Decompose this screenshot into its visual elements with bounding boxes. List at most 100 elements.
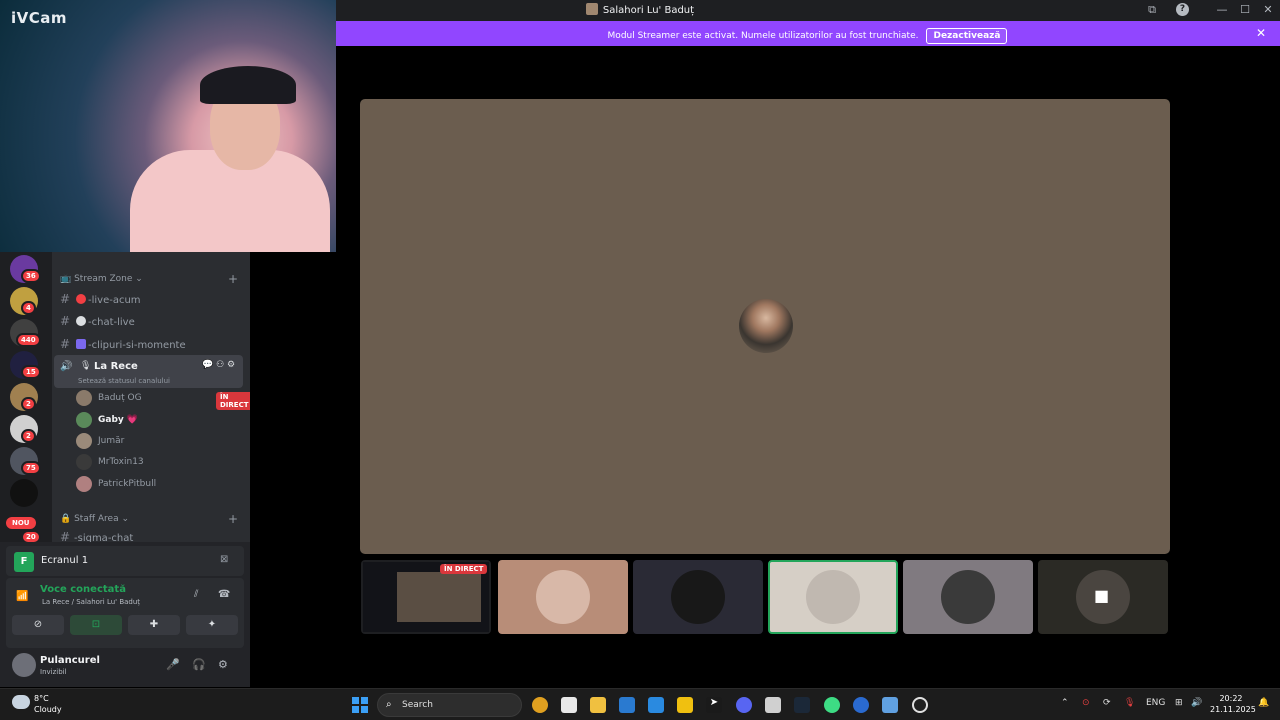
help-icon[interactable]: ? [1176,3,1189,16]
close-banner-icon[interactable]: ✕ [1256,26,1266,40]
unread-badge: 36 [21,269,41,283]
participant-tile[interactable]: ■ [1038,560,1168,634]
participant-tile[interactable] [768,560,898,634]
signal-icon[interactable]: 📶 [16,591,28,602]
edge-icon[interactable] [853,697,869,713]
mail-icon[interactable] [619,697,635,713]
avatar [536,570,590,624]
voice-user-row[interactable]: PatrickPitbull [76,476,246,494]
ivcam-icon[interactable] [882,697,898,713]
tray-app-icon[interactable]: ⊙ [1082,698,1090,708]
maximize-button[interactable]: ☐ [1238,3,1252,16]
search-box[interactable]: ⌕ Search [377,693,522,717]
avatar [76,454,92,470]
activities-button[interactable]: ✚ [128,615,180,635]
gear-icon[interactable]: ⚙ [218,658,228,671]
unread-badge: 15 [21,365,41,379]
add-channel-icon[interactable]: + [228,512,238,526]
hash-icon: # [60,337,71,351]
main-video-tile[interactable] [360,99,1170,554]
volume-icon[interactable]: 🔊 [1191,698,1202,708]
camera-icon: ■ [1094,586,1110,605]
chevron-up-icon[interactable]: ⌃ [1061,698,1069,708]
microphone-icon[interactable]: 🎤 [166,658,180,671]
avatar[interactable] [12,653,36,677]
red-circle-icon [76,294,86,304]
channel-chat-live[interactable]: # -chat-live [60,314,240,328]
streamer-mode-banner: Modul Streamer este activat. Numele util… [335,21,1280,46]
stream-screenshot-content [397,572,481,622]
mic-tray-icon[interactable]: 🎙 [1124,698,1135,708]
hash-icon: # [60,292,71,306]
file-explorer-icon[interactable] [590,697,606,713]
voice-user-row[interactable]: Baduț OG ÎN DIRECT [76,390,250,410]
discord-icon[interactable] [736,697,752,713]
start-button[interactable] [352,697,368,713]
cursor-icon[interactable]: ➤ [706,697,722,713]
category-stream-zone[interactable]: 📺 Stream Zone ⌄ + [60,272,238,286]
live-badge: ÎN DIRECT [216,392,250,410]
unread-badge: 2 [21,429,36,443]
new-label: NOU [6,517,36,529]
steam-icon[interactable] [794,697,810,713]
obs-icon[interactable] [912,697,928,713]
channel-actions[interactable]: 💬 ⚇ ⚙ [202,360,235,370]
headphones-icon[interactable]: 🎧 [192,658,206,671]
sync-icon[interactable]: ⟳ [1103,698,1111,708]
screen-share-button[interactable]: ⊡ [70,615,122,635]
disable-streamer-button[interactable]: Dezactivează [926,28,1008,44]
channel-list: 📺 Stream Zone ⌄ + # -live-acum # -chat-live… [52,252,250,542]
network-icon[interactable]: ⊞ [1175,698,1183,708]
stop-share-icon[interactable]: ⊠ [220,554,228,565]
avatar [76,412,92,428]
speech-bubble-icon [76,316,86,326]
notification-icon[interactable]: 🔔 [1258,698,1269,708]
hash-icon: # [60,314,71,328]
mic-emoji-icon: 🎙 [80,361,92,371]
clock[interactable]: 20:22 21.11.2025 [1210,693,1256,715]
unread-badge: 75 [21,461,41,475]
soundboard-button[interactable]: ✦ [186,615,238,635]
channel-live-acum[interactable]: # -live-acum [60,292,240,306]
participant-tile[interactable] [903,560,1033,634]
channel-clipuri[interactable]: # -clipuri-si-momente [60,337,240,351]
avatar [806,570,860,624]
add-channel-icon[interactable]: + [228,272,238,286]
voice-user-row[interactable]: MrToxin13 [76,454,246,472]
minimize-button[interactable]: — [1215,3,1229,16]
speaker-icon: 🔊 [60,361,73,372]
unread-badge: 2 [21,397,36,411]
user-area: Pulancurel Invizibil 🎤 🎧 ⚙ [6,649,244,685]
disconnect-icon[interactable]: ☎ [218,589,230,600]
language-indicator[interactable]: ENG [1146,698,1165,708]
heart-icon: 💗 [126,415,139,425]
webcam-brand: iVCam [11,9,68,27]
server-icon[interactable] [10,479,38,507]
participant-tile[interactable] [633,560,763,634]
android-icon[interactable] [824,697,840,713]
screen-icon: F [14,552,34,572]
voice-user-row[interactable]: Jumăr [76,433,246,451]
screen-share-bar[interactable]: F Ecranul 1 ⊠ [6,546,244,576]
store-icon[interactable] [648,697,664,713]
live-badge: ÎN DIRECT [440,564,488,574]
category-staff-area[interactable]: 🔒 Staff Area ⌄ + [60,512,238,526]
voice-user-row[interactable]: Gaby 💗 [76,412,246,430]
rockstar-icon[interactable] [677,697,693,713]
voice-connection-panel: 📶 Voce conectată La Rece / Salahori Lu' … [6,578,244,648]
voice-channel-la-rece[interactable]: 🔊 🎙 La Rece Setează statusul canalului 💬… [54,355,243,388]
cloud-icon [12,695,30,709]
noise-suppression-icon[interactable]: ⫽ [194,589,198,600]
camera-toggle-button[interactable]: ⊘ [12,615,64,635]
hash-icon: # [60,530,71,542]
chrome-icon[interactable] [532,697,548,713]
ms-store-icon[interactable] [765,697,781,713]
avatar [671,570,725,624]
screen-share-icon[interactable]: ⧉ [1145,3,1159,17]
participant-tile[interactable] [498,560,628,634]
channel-sigma-chat[interactable]: # -sigma-chat [60,530,240,542]
server-icon [585,3,598,15]
capcut-icon[interactable] [561,697,577,713]
close-window-button[interactable]: ✕ [1261,3,1275,16]
taskbar: 8°C Cloudy ⌕ Search ➤ ⌃ ⊙ ⟳ 🎙 ENG ⊞ 🔊 20… [0,688,1280,720]
